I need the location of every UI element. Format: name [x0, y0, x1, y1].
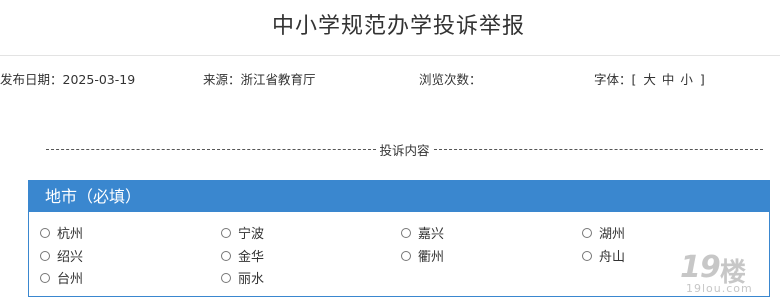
radio-option-label: 宁波 [238, 227, 265, 242]
radio-option-shaoxing[interactable]: 绍兴 [40, 246, 83, 265]
district-field-title: 地市（必填） [29, 181, 769, 212]
district-field: 地市（必填） 杭州 宁波 嘉兴 湖州 绍兴 金华 衢州 舟山 台州 丽水 [28, 180, 770, 297]
radio-button-icon[interactable] [582, 227, 592, 238]
font-size-small-link[interactable]: 小 [680, 72, 693, 87]
radio-option-label: 杭州 [57, 227, 84, 242]
radio-option-label: 台州 [57, 272, 84, 287]
radio-option-lishui[interactable]: 丽水 [221, 268, 264, 287]
source-label: 来源： [203, 72, 241, 87]
font-size-medium-link[interactable]: 中 [662, 72, 675, 87]
radio-option-label: 金华 [238, 250, 265, 265]
radio-option-ningbo[interactable]: 宁波 [221, 223, 264, 242]
page-title: 中小学规范办学投诉举报 [271, 14, 525, 39]
radio-option-label: 嘉兴 [418, 227, 445, 242]
radio-button-icon[interactable] [401, 227, 411, 238]
watermark-number: 19 [680, 250, 721, 285]
radio-button-icon[interactable] [40, 272, 50, 283]
view-count: 浏览次数： [419, 69, 482, 88]
radio-button-icon[interactable] [582, 250, 592, 261]
section-divider-label: 投诉内容 [379, 142, 430, 158]
dashed-line-left [46, 148, 376, 150]
font-size-large-link[interactable]: 大 [643, 72, 656, 87]
radio-option-jinhua[interactable]: 金华 [221, 246, 264, 265]
radio-option-quzhou[interactable]: 衢州 [401, 246, 444, 265]
radio-option-jiaxing[interactable]: 嘉兴 [401, 223, 444, 242]
radio-button-icon[interactable] [221, 250, 231, 261]
radio-button-icon[interactable] [401, 250, 411, 261]
radio-button-icon[interactable] [40, 250, 50, 261]
watermark-logo: 19 楼 19lou.com [676, 248, 778, 300]
font-size-switcher: 字体：[ 大中小 ] [594, 69, 705, 88]
font-bracket-open: [ [631, 72, 637, 87]
radio-option-taizhou[interactable]: 台州 [40, 268, 83, 287]
section-divider: 投诉内容 [46, 140, 764, 158]
radio-option-label: 绍兴 [57, 250, 84, 265]
font-size-label: 字体： [594, 72, 632, 87]
radio-option-label: 丽水 [238, 272, 265, 287]
title-divider [0, 55, 780, 56]
publish-date-value: 2025-03-19 [62, 72, 136, 87]
source-value: 浙江省教育厅 [240, 72, 316, 87]
radio-option-huzhou[interactable]: 湖州 [582, 223, 625, 242]
dashed-line-right [433, 148, 764, 150]
radio-option-hangzhou[interactable]: 杭州 [40, 223, 83, 242]
radio-option-zhoushan[interactable]: 舟山 [582, 246, 625, 265]
source-info: 来源：浙江省教育厅 [203, 69, 316, 88]
radio-option-label: 湖州 [599, 227, 626, 242]
font-bracket-close: ] [699, 72, 705, 87]
radio-button-icon[interactable] [221, 272, 231, 283]
radio-option-label: 衢州 [418, 250, 445, 265]
watermark-url: 19lou.com [686, 282, 753, 295]
publish-date: 发布日期：2025-03-19 [0, 69, 135, 88]
radio-option-label: 舟山 [599, 250, 626, 265]
radio-button-icon[interactable] [40, 227, 50, 238]
radio-button-icon[interactable] [221, 227, 231, 238]
view-count-label: 浏览次数： [419, 72, 482, 87]
publish-date-label: 发布日期： [0, 72, 63, 87]
